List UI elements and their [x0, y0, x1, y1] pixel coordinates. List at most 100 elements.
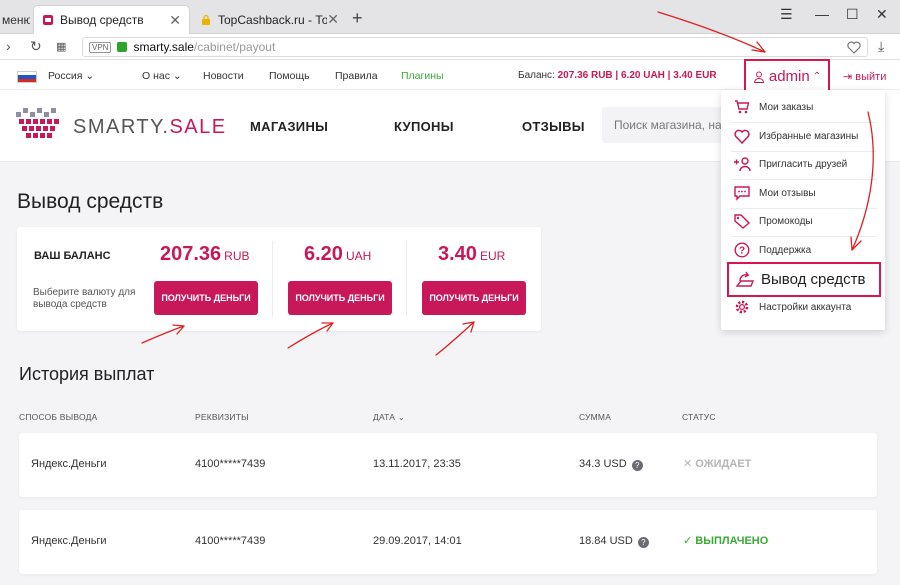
tag-icon [733, 212, 751, 230]
tab-previous-label: меню [2, 12, 30, 27]
page-title: Вывод средств [17, 190, 164, 213]
address-bar: › ↻ ▦ VPN smarty.sale/cabinet/payout ⤓ [0, 34, 900, 60]
menu-item-promocodes[interactable]: Промокоды [733, 212, 813, 230]
menu-item-reviews[interactable]: Мои отзывы [733, 184, 816, 202]
divider [731, 122, 877, 123]
amount-value: 3.40 [438, 243, 477, 265]
tab-active-label: Вывод средств [60, 13, 144, 27]
amount-currency: RUB [224, 249, 250, 263]
get-money-uah-button[interactable]: ПОЛУЧИТЬ ДЕНЬГИ [288, 281, 392, 315]
menu-item-label: Промокоды [759, 215, 813, 227]
logout-icon: ⇥ [843, 71, 853, 83]
nav-about-label: О нас [142, 70, 170, 82]
cross-icon: ✕ [683, 458, 693, 470]
url-field[interactable]: VPN smarty.sale/cabinet/payout [82, 37, 868, 57]
status-label: ВЫПЛАЧЕНО [695, 535, 769, 547]
russia-flag-icon[interactable] [17, 71, 37, 83]
column-status: СТАТУС [682, 412, 716, 422]
back-icon[interactable]: › [6, 38, 11, 54]
cart-icon [733, 98, 751, 116]
header-balance-values: 207.36 RUB | 6.20 UAH | 3.40 EUR [557, 70, 717, 81]
info-icon[interactable]: ? [637, 537, 649, 548]
column-details: РЕКВИЗИТЫ [195, 412, 249, 422]
add-user-icon [733, 155, 751, 173]
balance-label: ВАШ БАЛАНС [34, 250, 111, 262]
menu-item-label: Мои заказы [759, 101, 814, 113]
tab-inactive[interactable]: TopCashback.ru - Топ лучш ✕ [192, 5, 347, 34]
minimize-icon[interactable]: — [815, 6, 829, 22]
amount-currency: UAH [345, 249, 372, 263]
tab-active[interactable]: Вывод средств ✕ [33, 5, 190, 34]
favorite-heart-icon[interactable] [847, 41, 861, 54]
vpn-badge[interactable]: VPN [89, 41, 112, 53]
site-favicon [43, 15, 53, 25]
region-selector[interactable]: Россия ⌄ [48, 70, 94, 82]
user-icon [753, 71, 764, 83]
nav-coupons[interactable]: КУПОНЫ [394, 119, 454, 134]
close-tab-icon[interactable]: ✕ [327, 11, 339, 28]
logout-link[interactable]: ⇥ выйти [843, 70, 886, 83]
balance-amount-eur: 3.40 EUR [438, 243, 505, 266]
get-money-rub-button[interactable]: ПОЛУЧИТЬ ДЕНЬГИ [154, 281, 258, 315]
nav-plugins[interactable]: Плагины [401, 70, 444, 82]
header-balance: Баланс: 207.36 RUB | 6.20 UAH | 3.40 EUR [518, 70, 717, 81]
user-menu-button[interactable]: admin ⌃ [744, 59, 830, 94]
chevron-down-icon: ⌄ [172, 70, 182, 82]
nav-help[interactable]: Помощь [269, 70, 310, 82]
tab-previous[interactable]: меню [0, 5, 30, 34]
currency-hint: Выберите валюту для вывода средств [33, 287, 136, 310]
divider [272, 241, 273, 317]
status-badge: ✓ ВЫПЛАЧЕНО [683, 534, 768, 547]
row-date: 29.09.2017, 14:01 [373, 535, 462, 547]
reload-icon[interactable]: ↻ [30, 38, 42, 55]
row-method: Яндекс.Деньги [31, 535, 107, 547]
column-method: СПОСОБ ВЫВОДА [19, 412, 98, 422]
heart-icon [733, 127, 751, 145]
nav-stores[interactable]: МАГАЗИНЫ [250, 119, 328, 134]
column-date[interactable]: ДАТА ⌄ [373, 412, 405, 423]
divider [731, 151, 877, 152]
browser-menu-icon[interactable]: ☰ [780, 6, 793, 23]
new-tab-icon[interactable]: + [352, 8, 363, 29]
nav-reviews[interactable]: ОТЗЫВЫ [522, 119, 585, 134]
url-path: /cabinet/payout [193, 40, 276, 54]
menu-item-payout[interactable]: Вывод средств [727, 262, 881, 297]
divider [731, 208, 877, 209]
menu-item-label: Мои отзывы [759, 187, 816, 199]
close-tab-icon[interactable]: ✕ [169, 12, 181, 29]
nav-rules[interactable]: Правила [335, 70, 378, 82]
menu-item-settings[interactable]: Настройки аккаунта [733, 298, 851, 316]
status-label: ОЖИДАЕТ [695, 458, 752, 470]
menu-item-orders[interactable]: Мои заказы [733, 98, 813, 116]
url-host: smarty.sale [133, 40, 194, 54]
row-details: 4100*****7439 [195, 535, 266, 547]
close-window-icon[interactable]: ✕ [876, 6, 888, 23]
tabs-grid-icon[interactable]: ▦ [56, 40, 66, 53]
balance-amount-uah: 6.20 UAH [304, 243, 371, 266]
browser-tabbar: меню Вывод средств ✕ TopCashback.ru - То… [0, 0, 900, 34]
maximize-icon[interactable]: ☐ [846, 6, 859, 23]
menu-item-label: Настройки аккаунта [759, 301, 852, 313]
info-icon[interactable]: ? [631, 460, 643, 471]
sort-chevron-icon: ⌄ [397, 412, 406, 422]
nav-about[interactable]: О нас ⌄ [142, 70, 182, 82]
secure-lock-icon[interactable] [117, 42, 128, 52]
amount-currency: EUR [479, 249, 506, 263]
balance-amount-rub: 207.36 RUB [160, 243, 250, 266]
download-icon[interactable]: ⤓ [878, 38, 884, 55]
region-label: Россия [48, 70, 83, 82]
nav-news[interactable]: Новости [203, 70, 244, 82]
chevron-down-icon: ⌄ [85, 70, 95, 82]
table-row: Яндекс.Деньги 4100*****7439 29.09.2017, … [19, 510, 877, 574]
logo-icon[interactable] [16, 108, 62, 144]
logo-text-part1: SMARTY. [73, 116, 170, 138]
logo-text[interactable]: SMARTY.SALE [73, 116, 227, 139]
get-money-eur-button[interactable]: ПОЛУЧИТЬ ДЕНЬГИ [422, 281, 526, 315]
divider [731, 236, 877, 237]
menu-item-invite[interactable]: Пригласить друзей [733, 155, 847, 173]
row-details: 4100*****7439 [195, 458, 266, 470]
menu-item-support[interactable]: ? Поддержка [733, 241, 811, 259]
menu-item-favorites[interactable]: Избранные магазины [733, 127, 858, 145]
check-icon: ✓ [683, 535, 693, 547]
status-badge: ✕ ОЖИДАЕТ [683, 457, 751, 470]
